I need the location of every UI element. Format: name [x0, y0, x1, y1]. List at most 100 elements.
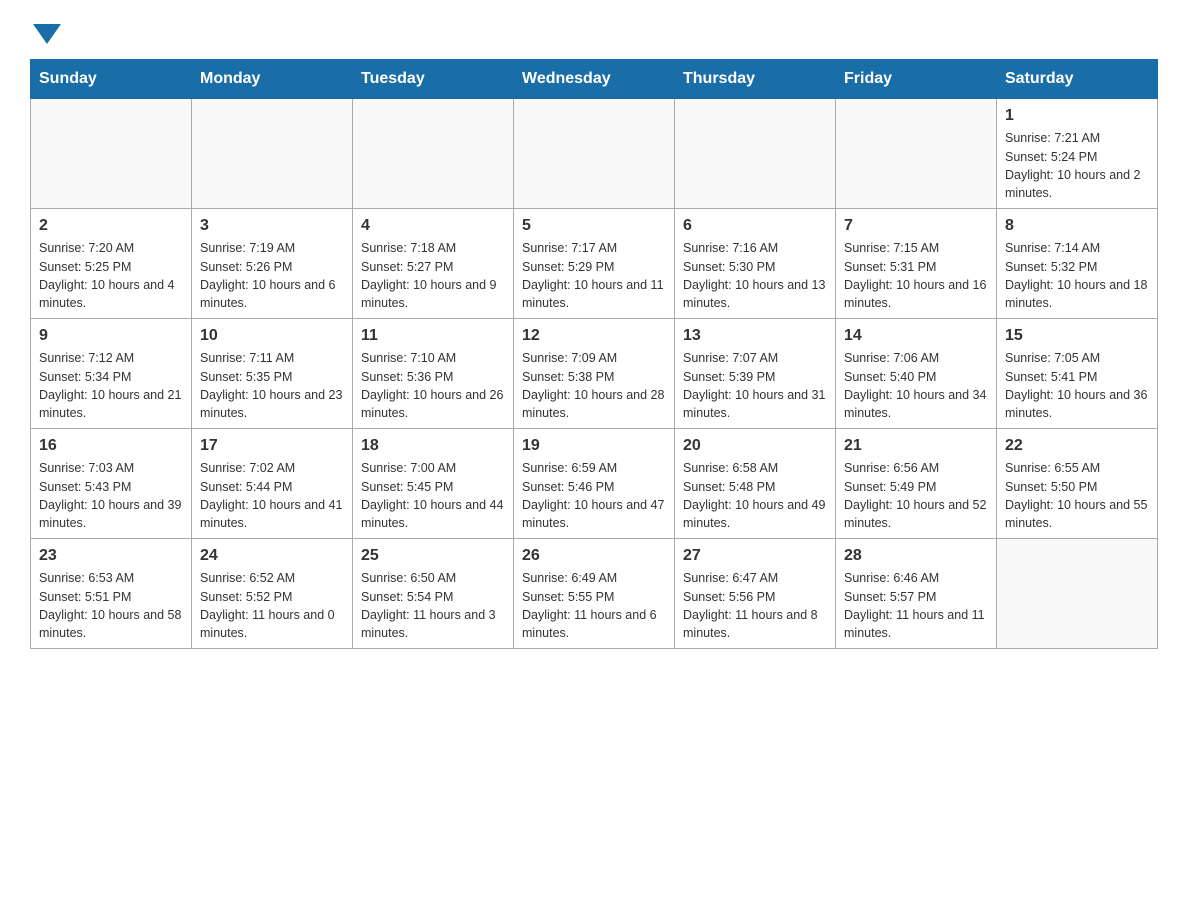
day-number: 14	[844, 325, 988, 347]
calendar-cell: 15Sunrise: 7:05 AMSunset: 5:41 PMDayligh…	[997, 319, 1158, 429]
calendar-cell: 24Sunrise: 6:52 AMSunset: 5:52 PMDayligh…	[192, 539, 353, 649]
calendar-cell: 21Sunrise: 6:56 AMSunset: 5:49 PMDayligh…	[836, 429, 997, 539]
day-info: Sunrise: 6:52 AMSunset: 5:52 PMDaylight:…	[200, 569, 344, 642]
day-number: 25	[361, 545, 505, 567]
day-number: 2	[39, 215, 183, 237]
day-number: 26	[522, 545, 666, 567]
header-cell-saturday: Saturday	[997, 60, 1158, 99]
calendar-cell: 25Sunrise: 6:50 AMSunset: 5:54 PMDayligh…	[353, 539, 514, 649]
calendar-cell: 13Sunrise: 7:07 AMSunset: 5:39 PMDayligh…	[675, 319, 836, 429]
day-info: Sunrise: 7:10 AMSunset: 5:36 PMDaylight:…	[361, 349, 505, 422]
calendar-cell	[514, 99, 675, 209]
calendar-cell	[675, 99, 836, 209]
calendar-body: 1Sunrise: 7:21 AMSunset: 5:24 PMDaylight…	[31, 99, 1158, 649]
header-cell-sunday: Sunday	[31, 60, 192, 99]
day-number: 18	[361, 435, 505, 457]
day-number: 24	[200, 545, 344, 567]
calendar-cell: 10Sunrise: 7:11 AMSunset: 5:35 PMDayligh…	[192, 319, 353, 429]
calendar-cell	[997, 539, 1158, 649]
calendar-week-row: 9Sunrise: 7:12 AMSunset: 5:34 PMDaylight…	[31, 319, 1158, 429]
calendar-cell: 12Sunrise: 7:09 AMSunset: 5:38 PMDayligh…	[514, 319, 675, 429]
day-number: 17	[200, 435, 344, 457]
calendar-cell: 8Sunrise: 7:14 AMSunset: 5:32 PMDaylight…	[997, 209, 1158, 319]
calendar-cell	[353, 99, 514, 209]
header-cell-friday: Friday	[836, 60, 997, 99]
day-number: 13	[683, 325, 827, 347]
calendar-cell: 18Sunrise: 7:00 AMSunset: 5:45 PMDayligh…	[353, 429, 514, 539]
day-number: 23	[39, 545, 183, 567]
day-number: 6	[683, 215, 827, 237]
calendar-cell	[192, 99, 353, 209]
calendar-cell: 1Sunrise: 7:21 AMSunset: 5:24 PMDaylight…	[997, 99, 1158, 209]
day-number: 27	[683, 545, 827, 567]
day-number: 3	[200, 215, 344, 237]
calendar-cell: 27Sunrise: 6:47 AMSunset: 5:56 PMDayligh…	[675, 539, 836, 649]
calendar-cell: 23Sunrise: 6:53 AMSunset: 5:51 PMDayligh…	[31, 539, 192, 649]
day-number: 12	[522, 325, 666, 347]
page-header	[30, 20, 1158, 39]
calendar-cell	[31, 99, 192, 209]
day-number: 10	[200, 325, 344, 347]
logo	[30, 20, 64, 39]
calendar-cell: 16Sunrise: 7:03 AMSunset: 5:43 PMDayligh…	[31, 429, 192, 539]
day-info: Sunrise: 6:49 AMSunset: 5:55 PMDaylight:…	[522, 569, 666, 642]
calendar-cell: 11Sunrise: 7:10 AMSunset: 5:36 PMDayligh…	[353, 319, 514, 429]
day-info: Sunrise: 7:21 AMSunset: 5:24 PMDaylight:…	[1005, 129, 1149, 202]
calendar-header: SundayMondayTuesdayWednesdayThursdayFrid…	[31, 60, 1158, 99]
day-info: Sunrise: 7:12 AMSunset: 5:34 PMDaylight:…	[39, 349, 183, 422]
day-info: Sunrise: 6:46 AMSunset: 5:57 PMDaylight:…	[844, 569, 988, 642]
day-info: Sunrise: 7:15 AMSunset: 5:31 PMDaylight:…	[844, 239, 988, 312]
calendar-week-row: 2Sunrise: 7:20 AMSunset: 5:25 PMDaylight…	[31, 209, 1158, 319]
header-cell-thursday: Thursday	[675, 60, 836, 99]
calendar-cell: 9Sunrise: 7:12 AMSunset: 5:34 PMDaylight…	[31, 319, 192, 429]
calendar-table: SundayMondayTuesdayWednesdayThursdayFrid…	[30, 59, 1158, 649]
day-info: Sunrise: 7:03 AMSunset: 5:43 PMDaylight:…	[39, 459, 183, 532]
day-number: 9	[39, 325, 183, 347]
day-number: 21	[844, 435, 988, 457]
day-number: 8	[1005, 215, 1149, 237]
logo-arrow-icon	[33, 24, 61, 44]
day-info: Sunrise: 7:02 AMSunset: 5:44 PMDaylight:…	[200, 459, 344, 532]
calendar-cell: 26Sunrise: 6:49 AMSunset: 5:55 PMDayligh…	[514, 539, 675, 649]
day-info: Sunrise: 6:55 AMSunset: 5:50 PMDaylight:…	[1005, 459, 1149, 532]
calendar-cell: 19Sunrise: 6:59 AMSunset: 5:46 PMDayligh…	[514, 429, 675, 539]
calendar-cell: 17Sunrise: 7:02 AMSunset: 5:44 PMDayligh…	[192, 429, 353, 539]
calendar-cell: 4Sunrise: 7:18 AMSunset: 5:27 PMDaylight…	[353, 209, 514, 319]
day-info: Sunrise: 7:05 AMSunset: 5:41 PMDaylight:…	[1005, 349, 1149, 422]
calendar-cell: 28Sunrise: 6:46 AMSunset: 5:57 PMDayligh…	[836, 539, 997, 649]
day-info: Sunrise: 6:56 AMSunset: 5:49 PMDaylight:…	[844, 459, 988, 532]
day-number: 11	[361, 325, 505, 347]
day-number: 15	[1005, 325, 1149, 347]
calendar-cell: 20Sunrise: 6:58 AMSunset: 5:48 PMDayligh…	[675, 429, 836, 539]
day-number: 5	[522, 215, 666, 237]
day-number: 22	[1005, 435, 1149, 457]
day-info: Sunrise: 7:20 AMSunset: 5:25 PMDaylight:…	[39, 239, 183, 312]
day-info: Sunrise: 7:16 AMSunset: 5:30 PMDaylight:…	[683, 239, 827, 312]
day-number: 7	[844, 215, 988, 237]
day-number: 19	[522, 435, 666, 457]
calendar-cell: 5Sunrise: 7:17 AMSunset: 5:29 PMDaylight…	[514, 209, 675, 319]
calendar-cell: 22Sunrise: 6:55 AMSunset: 5:50 PMDayligh…	[997, 429, 1158, 539]
day-info: Sunrise: 7:06 AMSunset: 5:40 PMDaylight:…	[844, 349, 988, 422]
calendar-cell: 2Sunrise: 7:20 AMSunset: 5:25 PMDaylight…	[31, 209, 192, 319]
header-cell-monday: Monday	[192, 60, 353, 99]
day-info: Sunrise: 7:11 AMSunset: 5:35 PMDaylight:…	[200, 349, 344, 422]
day-info: Sunrise: 7:14 AMSunset: 5:32 PMDaylight:…	[1005, 239, 1149, 312]
calendar-cell: 6Sunrise: 7:16 AMSunset: 5:30 PMDaylight…	[675, 209, 836, 319]
day-number: 20	[683, 435, 827, 457]
day-info: Sunrise: 6:58 AMSunset: 5:48 PMDaylight:…	[683, 459, 827, 532]
header-row: SundayMondayTuesdayWednesdayThursdayFrid…	[31, 60, 1158, 99]
day-info: Sunrise: 7:07 AMSunset: 5:39 PMDaylight:…	[683, 349, 827, 422]
header-cell-wednesday: Wednesday	[514, 60, 675, 99]
day-info: Sunrise: 7:17 AMSunset: 5:29 PMDaylight:…	[522, 239, 666, 312]
calendar-cell: 3Sunrise: 7:19 AMSunset: 5:26 PMDaylight…	[192, 209, 353, 319]
day-number: 28	[844, 545, 988, 567]
calendar-cell: 14Sunrise: 7:06 AMSunset: 5:40 PMDayligh…	[836, 319, 997, 429]
day-info: Sunrise: 6:50 AMSunset: 5:54 PMDaylight:…	[361, 569, 505, 642]
day-info: Sunrise: 7:09 AMSunset: 5:38 PMDaylight:…	[522, 349, 666, 422]
calendar-cell	[836, 99, 997, 209]
header-cell-tuesday: Tuesday	[353, 60, 514, 99]
day-number: 4	[361, 215, 505, 237]
calendar-week-row: 23Sunrise: 6:53 AMSunset: 5:51 PMDayligh…	[31, 539, 1158, 649]
day-info: Sunrise: 7:00 AMSunset: 5:45 PMDaylight:…	[361, 459, 505, 532]
